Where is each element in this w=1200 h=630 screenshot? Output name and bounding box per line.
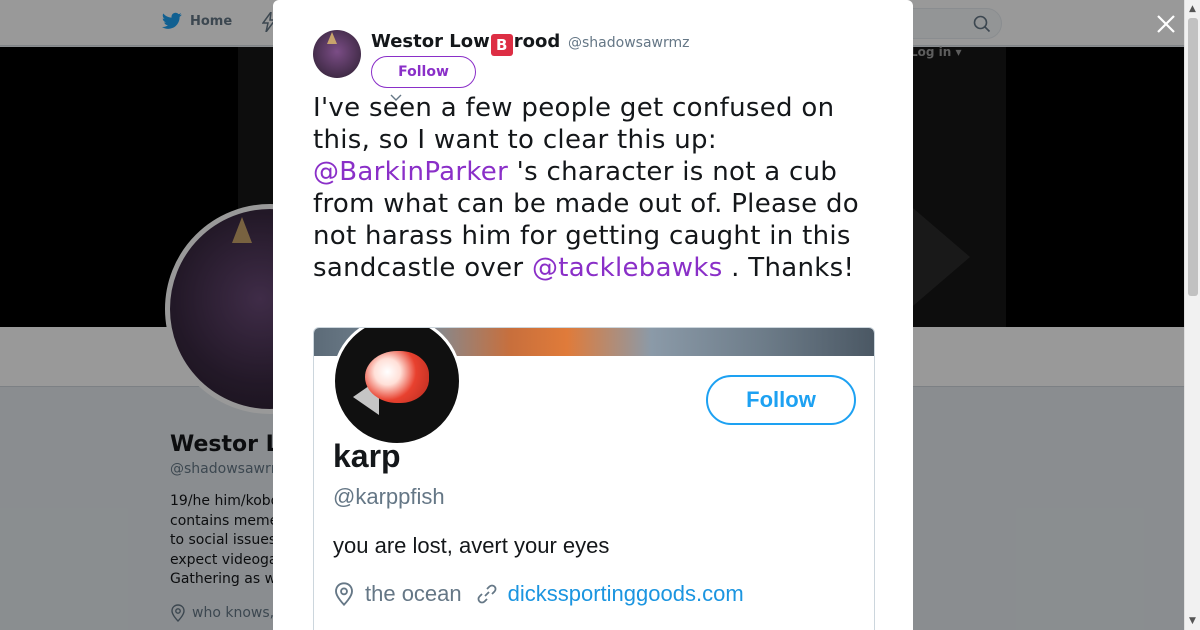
- tweet-text-part: I've seen a few people get confused on t…: [313, 93, 835, 155]
- embedded-avatar: [332, 328, 462, 446]
- page-scrollbar[interactable]: ▲ ▼: [1184, 0, 1200, 630]
- tweet-author-name[interactable]: Westor Low Brood: [371, 31, 560, 56]
- embedded-handle: @karppfish: [333, 484, 445, 509]
- tweet-author-avatar[interactable]: [313, 30, 361, 78]
- embedded-follow-button: Follow: [706, 375, 856, 425]
- mention-link[interactable]: @BarkinParker: [313, 157, 508, 187]
- tweet-modal: Westor Low Brood @shadowsawrmz Follow I'v…: [273, 0, 913, 630]
- tweet-author-handle[interactable]: @shadowsawrmz: [568, 35, 689, 51]
- map-pin-icon: [335, 582, 353, 606]
- embedded-bio: you are lost, avert your eyes: [333, 533, 610, 558]
- b-button-emoji-icon: B: [490, 34, 513, 56]
- scroll-down-arrow[interactable]: ▼: [1189, 616, 1196, 626]
- embedded-meta: the ocean dickssportinggoods.com: [333, 581, 744, 607]
- tweet-attached-image[interactable]: Follow karp @karppfish you are lost, ave…: [313, 327, 875, 630]
- mention-link[interactable]: @tacklebawks: [532, 253, 723, 283]
- embedded-location: the ocean: [365, 581, 462, 606]
- link-icon: [477, 584, 497, 604]
- follow-button[interactable]: Follow: [371, 56, 476, 88]
- tweet-text: I've seen a few people get confused on t…: [313, 92, 873, 284]
- koi-fish-icon: [365, 351, 429, 403]
- avatar-horn: [327, 32, 337, 44]
- embedded-name: karp: [333, 438, 401, 474]
- scroll-thumb[interactable]: [1188, 18, 1198, 296]
- tweet-text-part: . Thanks!: [722, 253, 855, 283]
- scroll-up-arrow[interactable]: ▲: [1189, 4, 1196, 14]
- embedded-link: dickssportinggoods.com: [507, 581, 744, 606]
- author-name-end: rood: [513, 31, 561, 52]
- close-icon[interactable]: [1154, 12, 1178, 36]
- author-name-start: Westor Low: [371, 31, 490, 52]
